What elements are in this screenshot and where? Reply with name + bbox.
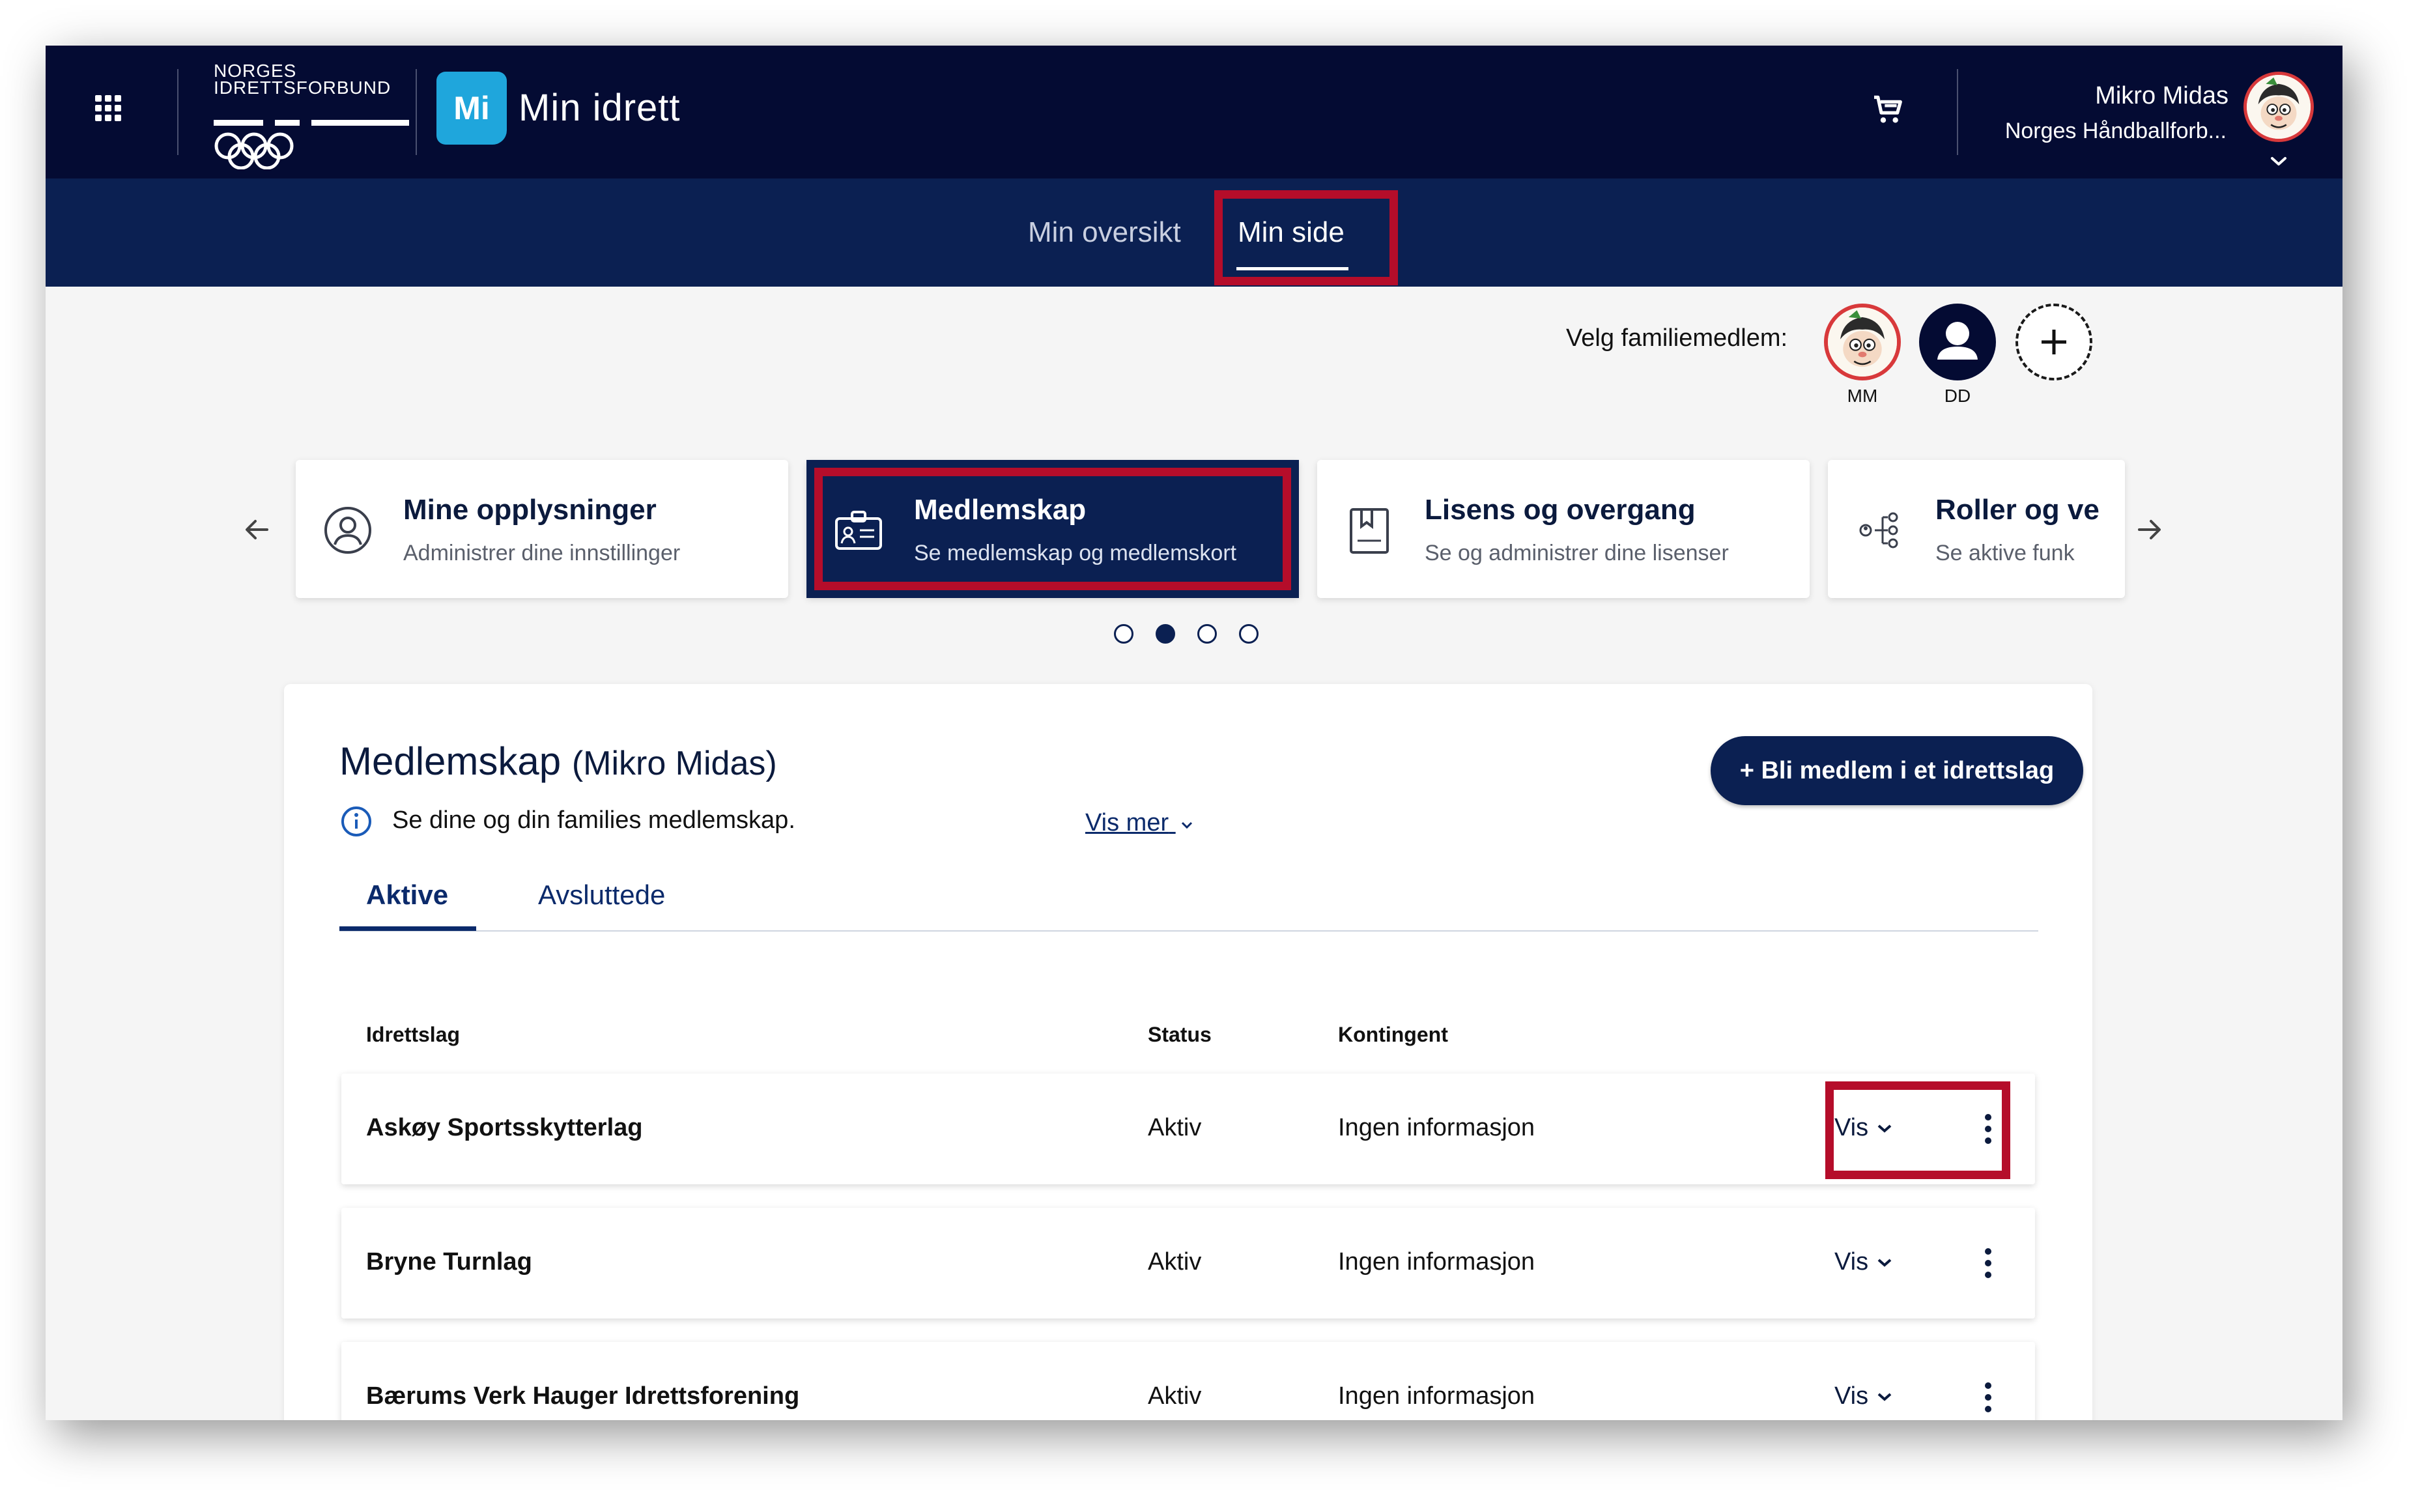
card-subtitle: Administrer dine innstillinger: [403, 541, 681, 565]
family-member-dd-caption: DD: [1944, 386, 1971, 406]
card-mine-opplysninger[interactable]: Mine opplysninger Administrer dine innst…: [296, 460, 788, 598]
panel-title-text: Medlemskap: [339, 739, 562, 783]
fee-value: Ingen informasjon: [1338, 1114, 1535, 1141]
family-selector-label: Velg familiemedlem:: [1566, 324, 1788, 352]
card-subtitle: Se aktive funk: [1935, 541, 2075, 565]
plus-icon: [2042, 330, 2066, 354]
table-row: Bærums Verk Hauger Idrettsforening Aktiv…: [341, 1342, 2035, 1420]
user-organization[interactable]: Norges Håndballforb...: [2005, 119, 2227, 144]
top-bar: NORGES IDRETTSFORBUND Mi Min idrett Mikr…: [46, 46, 2342, 178]
tab-avsluttede[interactable]: Avsluttede: [538, 879, 665, 911]
highlight-box: [1825, 1081, 2010, 1179]
join-club-button[interactable]: + Bli medlem i et idrettslag: [1711, 736, 2083, 805]
chevron-down-icon[interactable]: [2270, 155, 2288, 168]
family-member-mm[interactable]: [1824, 304, 1901, 380]
user-name[interactable]: Mikro Midas: [2095, 82, 2229, 110]
card-title: Lisens og overgang: [1425, 494, 1696, 526]
chevron-down-icon: [1877, 1393, 1892, 1401]
card-subtitle: Se og administrer dine lisenser: [1425, 541, 1729, 565]
column-header-idrettslag: Idrettslag: [366, 1023, 461, 1046]
min-idrett-logo[interactable]: Mi: [436, 72, 507, 145]
fee-value: Ingen informasjon: [1338, 1248, 1535, 1276]
column-header-kontingent: Kontingent: [1338, 1023, 1448, 1046]
column-header-status: Status: [1148, 1023, 1212, 1046]
apps-grid-icon[interactable]: [95, 95, 121, 121]
card-title: Mine opplysninger: [403, 494, 657, 526]
carousel-dot-1[interactable]: [1114, 624, 1133, 644]
membership-panel: Medlemskap (Mikro Midas) Se dine og din …: [284, 684, 2092, 1420]
app-window: NORGES IDRETTSFORBUND Mi Min idrett Mikr…: [46, 46, 2342, 1420]
divider: [1957, 69, 1958, 155]
carousel-dot-4[interactable]: [1239, 624, 1259, 644]
tabs-divider: [339, 930, 2038, 932]
active-tab-underline: [339, 926, 476, 931]
sub-navigation: Min oversikt Min side: [46, 178, 2342, 287]
add-family-member-button[interactable]: [2015, 304, 2092, 380]
family-member-mm-caption: MM: [1847, 386, 1878, 406]
table-row: Bryne Turnlag Aktiv Ingen informasjon Vi…: [341, 1208, 2035, 1319]
club-name: Bryne Turnlag: [366, 1248, 532, 1276]
info-icon: [341, 806, 371, 836]
highlight-box: [1214, 190, 1398, 285]
app-title: Min idrett: [519, 87, 681, 129]
nif-logo: NORGES IDRETTSFORBUND: [214, 61, 448, 169]
status-value: Aktiv: [1148, 1114, 1202, 1141]
info-text: Se dine og din families medlemskap.: [392, 806, 795, 834]
carousel-dot-3[interactable]: [1197, 624, 1217, 644]
tab-aktive[interactable]: Aktive: [366, 879, 448, 911]
card-lisens-og-overgang[interactable]: Lisens og overgang Se og administrer din…: [1317, 460, 1810, 598]
status-value: Aktiv: [1148, 1248, 1202, 1276]
club-name: Bærums Verk Hauger Idrettsforening: [366, 1382, 800, 1410]
highlight-box: [814, 468, 1291, 590]
divider: [416, 69, 417, 155]
status-value: Aktiv: [1148, 1382, 1202, 1410]
roles-icon: [1859, 512, 1898, 549]
vis-label: Vis: [1834, 1248, 1869, 1276]
nav-min-oversikt[interactable]: Min oversikt: [1028, 216, 1181, 249]
carousel-dot-2[interactable]: [1156, 624, 1175, 644]
vis-mer-label: Vis mer: [1085, 809, 1169, 836]
user-avatar[interactable]: [2243, 72, 2314, 142]
license-icon: [1350, 508, 1389, 554]
more-options-icon[interactable]: [1976, 1248, 2000, 1278]
olympic-rings-icon: [214, 132, 294, 169]
arrow-left-icon[interactable]: [241, 513, 274, 546]
more-options-icon[interactable]: [1976, 1382, 2000, 1412]
panel-title-member: (Mikro Midas): [571, 745, 777, 782]
chevron-down-icon: [1181, 821, 1192, 829]
table-row: Askøy Sportsskytterlag Aktiv Ingen infor…: [341, 1074, 2035, 1184]
person-circle-icon: [324, 507, 371, 554]
vis-button[interactable]: Vis: [1834, 1382, 1894, 1410]
family-member-dd[interactable]: [1919, 304, 1996, 380]
vis-button[interactable]: Vis: [1834, 1248, 1894, 1276]
cartoon-face-icon: [2247, 75, 2311, 139]
org-name-line2: IDRETTSFORBUND: [214, 78, 392, 98]
fee-value: Ingen informasjon: [1338, 1382, 1535, 1410]
card-roller[interactable]: Roller og ve Se aktive funk: [1828, 460, 2125, 598]
divider: [177, 69, 178, 155]
club-name: Askøy Sportsskytterlag: [366, 1114, 643, 1141]
page-title: Medlemskap (Mikro Midas): [339, 739, 777, 784]
cart-icon[interactable]: [1870, 91, 1906, 128]
arrow-right-icon[interactable]: [2133, 513, 2165, 546]
chevron-down-icon: [1877, 1259, 1892, 1267]
cartoon-face-icon: [1828, 307, 1897, 377]
card-title: Roller og ve: [1935, 494, 2100, 526]
vis-mer-link[interactable]: Vis mer: [1085, 809, 1194, 837]
vis-label: Vis: [1834, 1382, 1869, 1410]
person-icon: [1937, 322, 1978, 360]
